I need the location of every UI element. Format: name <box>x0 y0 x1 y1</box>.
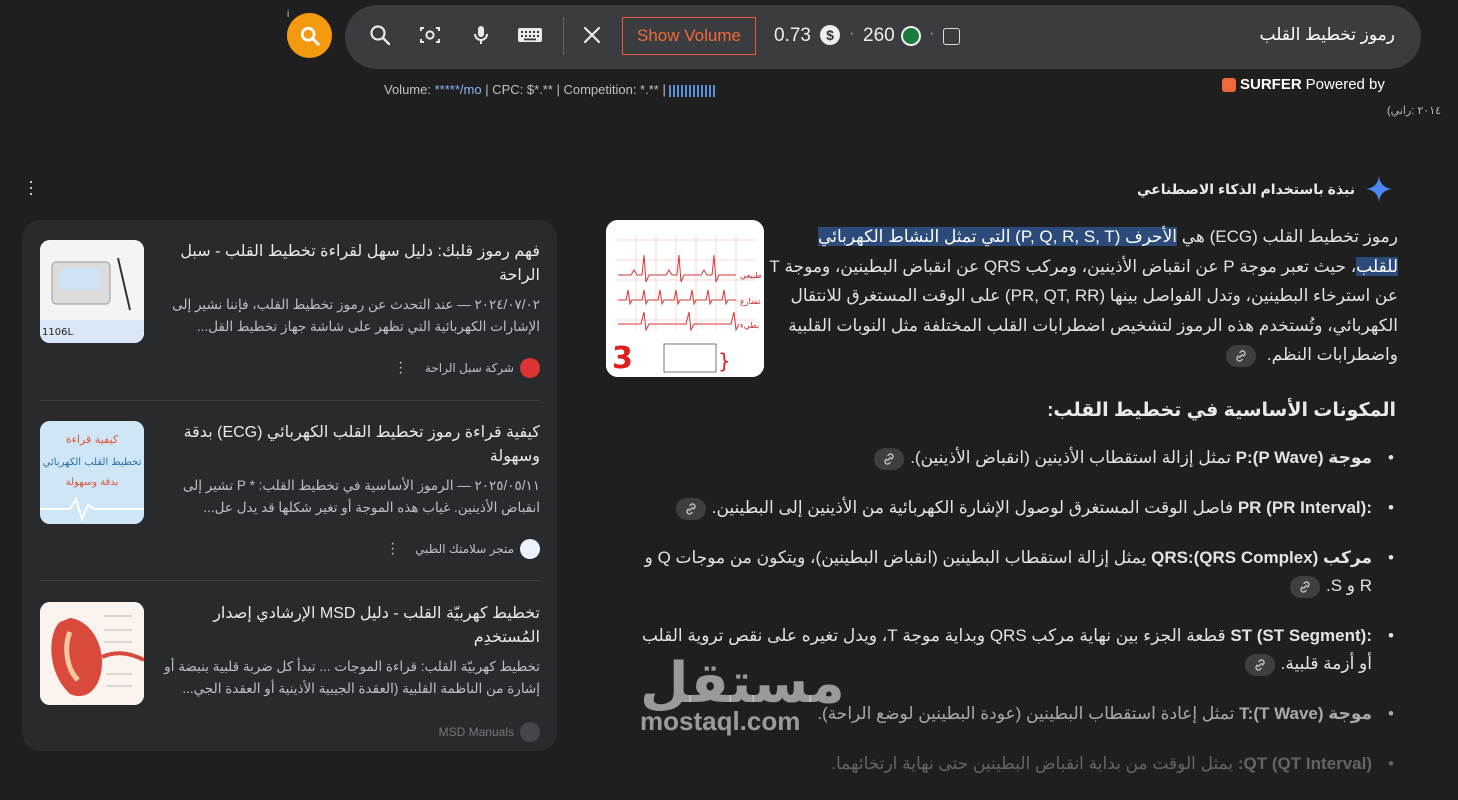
ai-overview-header: نبذة باستخدام الذكاء الاصطناعي <box>1137 175 1393 203</box>
volume-mask[interactable]: *****/mo <box>435 82 482 97</box>
source-snippet-text: تخطيط كهربيّة القلب: قراءة الموجات ... ت… <box>164 659 540 696</box>
list-item: :PR (PR Interval) فاصل الوقت المستغرق لو… <box>638 494 1398 522</box>
thumb-text-2: تخطيط القلب الكهربائي <box>43 457 142 468</box>
dot-separator: · <box>849 25 855 42</box>
source-title[interactable]: تخطيط كهربيّة القلب - دليل MSD الإرشادي … <box>160 602 540 650</box>
intro-after: ، حيث تعبر موجة P عن انقباض الأذينين، وم… <box>769 256 1398 365</box>
globe-icon <box>520 722 540 742</box>
dollar-icon: $ <box>820 25 840 45</box>
item-term: موجة P:(P Wave) <box>1235 448 1372 467</box>
thumb-text-3: بدقة وسهولة <box>66 477 119 488</box>
source-site[interactable]: شركة سبل الراحة <box>425 358 540 378</box>
source-title[interactable]: فهم رموز قلبك: دليل سهل لقراءة تخطيط الق… <box>160 240 540 288</box>
source-thumbnail <box>40 602 144 705</box>
clear-icon[interactable] <box>579 22 605 48</box>
thumb-text-1: كيفية قراءة <box>66 433 119 446</box>
surfer-brand: SURFER <box>1240 76 1302 93</box>
item-desc: تمثل إزالة استقطاب الأذينين (انقباض الأذ… <box>910 448 1236 467</box>
components-list: موجة P:(P Wave) تمثل إزالة استقطاب الأذي… <box>638 444 1398 800</box>
ai-overview-heading: نبذة باستخدام الذكاء الاصطناعي <box>1136 180 1355 197</box>
gemini-sparkle-icon <box>1366 176 1392 202</box>
list-item: موجة P:(P Wave) تمثل إزالة استقطاب الأذي… <box>638 444 1398 472</box>
more-options-icon[interactable]: · · · <box>398 355 403 381</box>
item-term: :ST (ST Segment) <box>1230 626 1372 645</box>
source-name: MSD Manuals <box>438 725 514 739</box>
show-volume-button[interactable]: Show Volume <box>622 17 756 55</box>
search-button[interactable] <box>287 13 332 58</box>
keyboard-icon[interactable] <box>517 22 543 48</box>
volume-value: 260 <box>863 25 895 46</box>
select-checkbox[interactable] <box>943 28 960 45</box>
citation-link-icon[interactable] <box>1289 575 1320 598</box>
source-snippet: ٢٠٢٥/٠٥/١١ — الرموز الأساسية في تخطيط ال… <box>160 475 540 519</box>
source-site[interactable]: متجر سلامتك الطبي <box>415 539 540 559</box>
list-item: QT (QT Interval): يمثل الوقت من بداية ان… <box>638 750 1398 778</box>
site-favicon-icon <box>520 539 540 559</box>
search-icon <box>300 26 320 46</box>
cpc-value: 0.73 <box>774 25 811 46</box>
citation-link-icon[interactable] <box>874 447 905 470</box>
item-term: مركب QRS:(QRS Complex) <box>1151 548 1372 567</box>
source-card[interactable]: 1106L فهم رموز قلبك: دليل سهل لقراءة تخط… <box>40 240 540 381</box>
source-thumbnail: 1106L <box>40 240 144 343</box>
microphone-icon[interactable] <box>468 22 494 48</box>
ai-overview-paragraph: رموز تخطيط القلب (ECG) هي الأحرف (P, Q, … <box>768 222 1398 370</box>
citation-link-icon[interactable] <box>1226 344 1257 367</box>
search-icon[interactable] <box>367 22 393 48</box>
item-term: :PR (PR Interval) <box>1237 498 1372 517</box>
powered-by: Powered by <box>1305 76 1385 93</box>
source-snippet: تخطيط كهربيّة القلب: قراءة الموجات ... ت… <box>160 656 540 700</box>
source-site[interactable]: MSD Manuals <box>439 722 540 742</box>
volume-label: Volume: <box>384 82 431 97</box>
list-item: مركب QRS:(QRS Complex) يمثل إزالة استقطا… <box>638 544 1398 600</box>
source-snippet: ٢٠٢٤/٠٧/٠٢ — عند التحدث عن رموز تخطيط ال… <box>160 294 540 338</box>
source-name: شركة سبل الراحة <box>424 361 514 375</box>
source-card[interactable]: كيفية قراءة تخطيط القلب الكهربائي بدقة و… <box>40 421 540 562</box>
source-name: متجر سلامتك الطبي <box>415 542 514 556</box>
sources-panel: 1106L فهم رموز قلبك: دليل سهل لقراءة تخط… <box>22 220 557 751</box>
thumb-label-normal: طبيعي <box>740 271 762 280</box>
item-desc: يمثل الوقت من بداية انقباض البطينين حتى … <box>831 754 1238 773</box>
thumb-label-fast: تسارع <box>740 297 760 306</box>
partial-date: (٢٠١٤ :راني <box>1387 105 1442 117</box>
dot-separator-2: · <box>929 25 935 42</box>
source-card[interactable]: تخطيط كهربيّة القلب - دليل MSD الإرشادي … <box>40 602 540 751</box>
thumb-number: 3 <box>612 341 633 376</box>
more-options-icon[interactable]: · · · <box>28 172 34 202</box>
svg-text:}: } <box>718 349 731 373</box>
cpc-competition: | CPC: $*.** | Competition: *.** | <box>481 82 670 97</box>
citation-link-icon[interactable] <box>675 497 706 520</box>
components-heading: المكونات الأساسية في تخطيط القلب: <box>1047 400 1396 421</box>
saudi-flag-icon <box>901 26 921 46</box>
watermark-url: mostaql.com <box>640 706 801 736</box>
source-thumbnail: كيفية قراءة تخطيط القلب الكهربائي بدقة و… <box>40 421 144 524</box>
thumb-text-model: 1106L <box>42 327 73 338</box>
trend-bars-icon <box>669 84 716 97</box>
more-options-icon[interactable]: · · · <box>390 536 395 562</box>
site-favicon-icon <box>520 358 540 378</box>
surfer-badge[interactable]: SURFER Powered by <box>1222 76 1385 93</box>
source-title[interactable]: كيفية قراءة رموز تخطيط القلب الكهربائي (… <box>160 421 540 469</box>
item-term: موجة T:(T Wave) <box>1239 704 1372 723</box>
citation-link-icon[interactable] <box>1244 653 1275 676</box>
surfer-logo-icon <box>1222 77 1236 92</box>
divider <box>40 580 540 581</box>
thumb-label-slow: بطيء <box>740 321 759 330</box>
item-desc: تمثل إعادة استقطاب البطينين (عودة البطين… <box>817 704 1240 723</box>
info-mark[interactable]: i <box>287 9 289 20</box>
source-date: ٢٠٢٤/٠٧/٠٢ <box>474 297 540 312</box>
search-bar-divider <box>563 17 564 55</box>
ecg-thumbnail[interactable]: طبيعي تسارع بطيء 3 } <box>606 220 764 377</box>
source-date: ٢٠٢٥/٠٥/١١ <box>474 478 540 493</box>
item-term: QT (QT Interval): <box>1237 754 1372 773</box>
intro-before: رموز تخطيط القلب (ECG) هي <box>1177 227 1398 246</box>
keyword-metrics: Volume: *****/mo | CPC: $*.** | Competit… <box>384 82 716 97</box>
lens-camera-icon[interactable] <box>417 22 443 48</box>
item-desc: فاصل الوقت المستغرق لوصول الإشارة الكهرب… <box>711 498 1238 517</box>
divider <box>40 400 540 401</box>
search-query-text[interactable]: رموز تخطيط القلب <box>1260 25 1396 45</box>
